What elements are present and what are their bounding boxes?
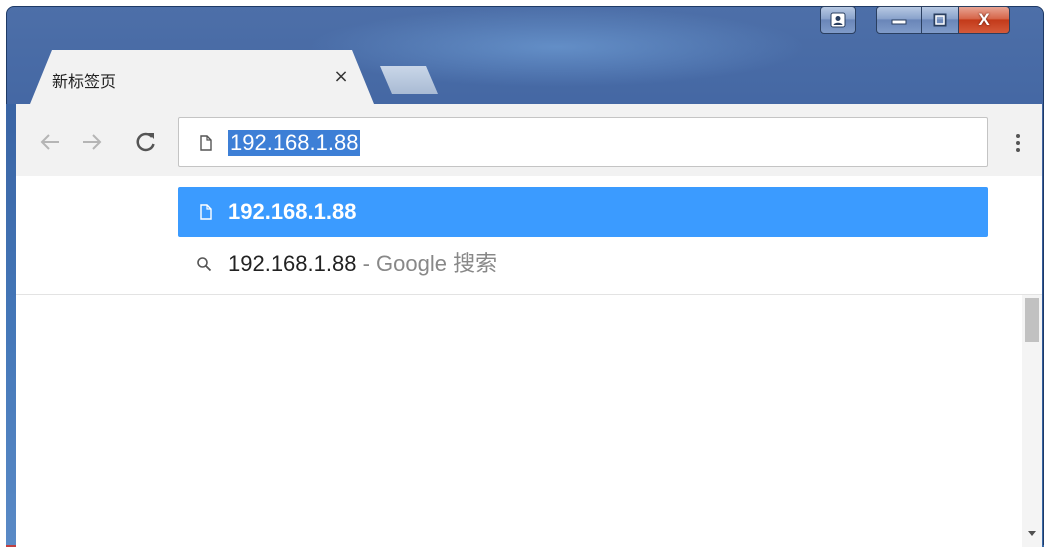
suggestion-search-query: 192.168.1.88 (228, 251, 357, 276)
page-icon (200, 135, 212, 155)
menu-dot (1016, 134, 1020, 138)
page-content (16, 295, 1042, 547)
arrow-left-icon (40, 134, 59, 150)
forward-button[interactable] (80, 130, 104, 154)
search-icon (196, 256, 212, 276)
reload-icon (136, 132, 155, 152)
page-icon (200, 204, 212, 224)
close-window-button[interactable]: X (958, 6, 1010, 34)
close-icon: X (978, 10, 990, 29)
user-profile-button[interactable] (820, 6, 856, 34)
chrome-menu-button[interactable] (1010, 130, 1026, 156)
minimize-button[interactable] (876, 6, 922, 34)
menu-dot (1016, 141, 1020, 145)
maximize-icon (933, 13, 947, 27)
user-icon (830, 12, 846, 28)
arrow-right-icon (83, 134, 102, 150)
scroll-down-arrow-icon[interactable] (1026, 524, 1038, 536)
suggestion-url-text[interactable]: 192.168.1.88 (228, 198, 356, 226)
scrollbar-thumb[interactable] (1025, 298, 1039, 342)
reload-button[interactable] (134, 130, 158, 154)
address-text[interactable]: 192.168.1.88 (228, 130, 361, 156)
suggestion-search-engine: - Google 搜索 (356, 251, 498, 276)
menu-dot (1016, 148, 1020, 152)
window-left-frame (6, 104, 16, 547)
minimize-icon (891, 19, 907, 25)
caption-buttons: X (820, 6, 1020, 34)
tab-close-icon[interactable]: × (330, 66, 352, 88)
tab-title: 新标签页 (52, 72, 117, 91)
maximize-button[interactable] (921, 6, 959, 34)
suggestion-search-row[interactable]: 192.168.1.88 - Google 搜索 (228, 250, 497, 278)
titlebar-glow (307, 7, 807, 87)
back-button[interactable] (38, 130, 62, 154)
